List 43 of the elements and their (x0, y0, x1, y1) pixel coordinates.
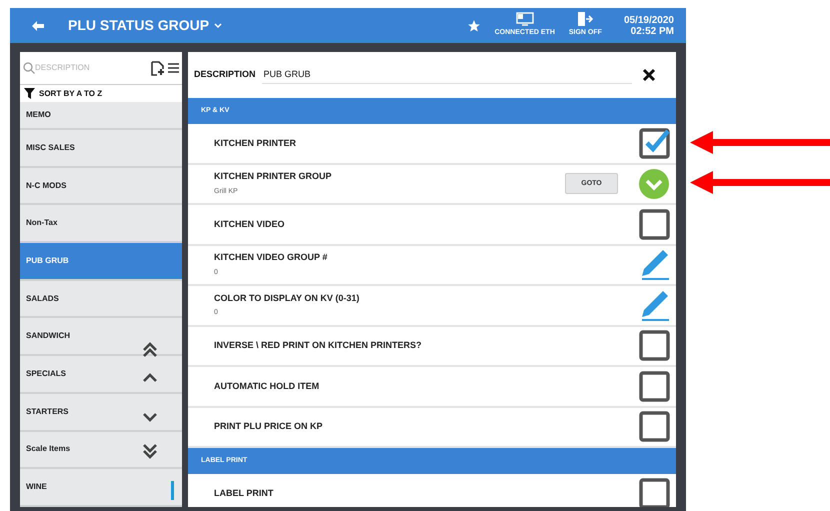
setting-label: LABEL PRINT (214, 486, 274, 500)
double-chevron-up-icon[interactable] (142, 342, 158, 358)
checkbox[interactable] (639, 208, 670, 240)
star-icon[interactable] (466, 18, 481, 32)
monitor-icon (516, 12, 534, 26)
scrollbar-thumb[interactable] (171, 481, 174, 500)
setting-label: KITCHEN PRINTER (214, 136, 298, 150)
pencil-icon[interactable] (641, 290, 670, 321)
add-icon[interactable] (150, 60, 165, 76)
checkbox[interactable] (639, 128, 670, 159)
dropdown-caret-icon[interactable] (214, 22, 222, 28)
screen-title[interactable]: PLU STATUS GROUP (68, 15, 210, 36)
menu-icon[interactable] (168, 63, 179, 73)
setting-label: KITCHEN VIDEO GROUP # (214, 251, 328, 264)
description-label: DESCRIPTION (194, 68, 256, 82)
back-arrow-icon[interactable] (32, 20, 44, 30)
list-item[interactable]: N-C MODS (20, 168, 182, 206)
time-text: 02:52 PM (630, 26, 674, 36)
chevron-down-icon[interactable] (142, 412, 158, 422)
setting-label: KITCHEN PRINTER GROUP (214, 170, 333, 184)
checkbox[interactable] (639, 370, 670, 402)
setting-label: AUTOMATIC HOLD ITEM (214, 380, 320, 392)
arrow-icon (690, 171, 830, 194)
setting-label: PRINT PLU PRICE ON KP (214, 420, 324, 433)
setting-label: COLOR TO DISPLAY ON KV (0-31) (214, 292, 360, 305)
date-text: 05/19/2020 (624, 14, 674, 26)
setting-label: KITCHEN VIDEO (214, 218, 286, 230)
arrow-icon (690, 131, 830, 154)
text-input[interactable]: PUB GRUB (262, 66, 632, 84)
close-icon[interactable] (642, 68, 656, 82)
filter-icon[interactable] (24, 88, 35, 99)
chevron-up-icon[interactable] (142, 373, 158, 383)
list-item[interactable]: Scale Items (20, 432, 182, 470)
checkbox[interactable] (639, 411, 670, 442)
dropdown-check-icon[interactable] (638, 168, 670, 200)
exit-door-icon (577, 12, 594, 26)
setting-label: INVERSE \ RED PRINT ON KITCHEN PRINTERS? (214, 339, 423, 352)
list-item[interactable]: PUB GRUB (20, 243, 182, 281)
checkbox[interactable] (639, 478, 670, 507)
checkbox[interactable] (639, 330, 670, 362)
pencil-icon[interactable] (641, 249, 670, 280)
double-chevron-down-icon[interactable] (142, 443, 158, 459)
search-icon[interactable] (23, 62, 35, 74)
